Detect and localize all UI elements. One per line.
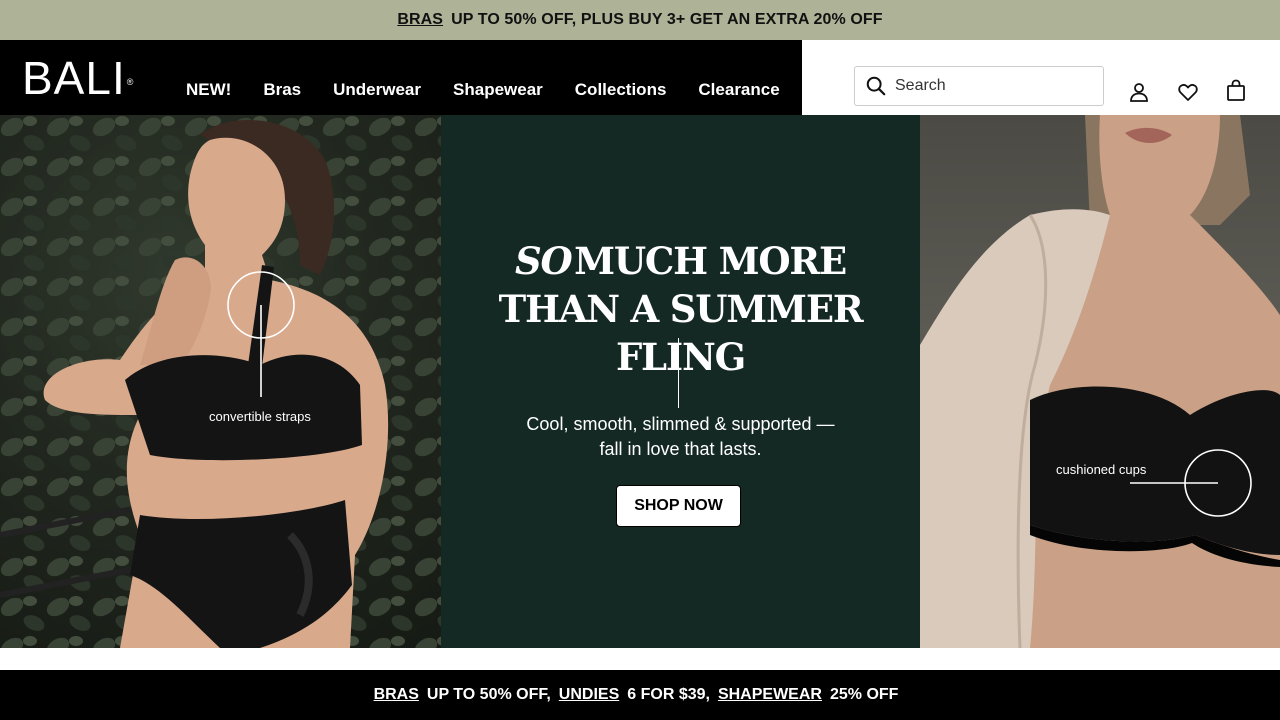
hero-center-panel: SO MUCH MORE THAN A SUMMER FLING Cool, s… [441, 115, 920, 648]
header-nav-bar: BALI® NEW! Bras Underwear Shapewear Coll… [0, 40, 802, 115]
hero-photo-left: convertible straps [0, 115, 441, 648]
nav-item-shapewear[interactable]: Shapewear [453, 80, 543, 100]
headline-italic: SO [515, 239, 573, 283]
search-box[interactable] [854, 66, 1104, 106]
subtext-line1: Cool, smooth, slimmed & supported — [526, 414, 835, 434]
nav-item-new[interactable]: NEW! [186, 80, 231, 100]
wishlist-heart-icon[interactable] [1176, 80, 1200, 104]
bottom-promo-banner: BRAS UP TO 50% OFF, UNDIES 6 FOR $39, SH… [0, 670, 1280, 720]
promo-bottom-undies-link[interactable]: UNDIES [559, 686, 619, 704]
nav-item-collections[interactable]: Collections [575, 80, 667, 100]
main-nav: NEW! Bras Underwear Shapewear Collection… [186, 80, 780, 100]
callout-convertible-straps: convertible straps [209, 409, 311, 424]
search-icon[interactable] [865, 75, 887, 97]
model-photo-right [920, 115, 1280, 648]
account-icon[interactable] [1127, 80, 1151, 104]
shop-now-button[interactable]: SHOP NOW [616, 485, 741, 527]
logo-text: BALI [22, 52, 126, 104]
nav-item-clearance[interactable]: Clearance [698, 80, 779, 100]
promo-bottom-bras-text: UP TO 50% OFF, [426, 686, 551, 703]
shopping-bag-icon[interactable] [1224, 78, 1248, 102]
top-promo-banner: BRAS UP TO 50% OFF, PLUS BUY 3+ GET AN E… [0, 0, 1280, 40]
promo-bottom-shapewear-link[interactable]: SHAPEWEAR [718, 686, 822, 704]
headline-line2: THAN A SUMMER FLING [498, 287, 864, 379]
subtext-line2: fall in love that lasts. [599, 439, 762, 459]
nav-item-bras[interactable]: Bras [263, 80, 301, 100]
callout-cushioned-cups: cushioned cups [1056, 462, 1147, 477]
nav-item-underwear[interactable]: Underwear [333, 80, 421, 100]
site-header: BALI® NEW! Bras Underwear Shapewear Coll… [0, 40, 1280, 115]
hero-subtext: Cool, smooth, slimmed & supported — fall… [441, 412, 920, 462]
headline-line1: MUCH MORE [574, 239, 847, 283]
hero-photo-right: cushioned cups [920, 115, 1280, 648]
search-input[interactable] [895, 77, 1085, 95]
promo-bottom-shapewear-text: 25% OFF [829, 686, 899, 703]
headline-divider [678, 338, 679, 408]
registered-mark: ® [126, 77, 135, 87]
hero-banner: convertible straps SO MUCH MORE THAN A S… [0, 115, 1280, 648]
promo-bras-link[interactable]: BRAS [397, 11, 443, 29]
promo-bottom-bras-link[interactable]: BRAS [374, 686, 419, 704]
model-photo-left [0, 115, 441, 648]
hero-headline: SO MUCH MORE THAN A SUMMER FLING [441, 237, 920, 381]
promo-bottom-undies-text: 6 FOR $39, [627, 686, 710, 703]
promo-top-text: UP TO 50% OFF, PLUS BUY 3+ GET AN EXTRA … [451, 11, 883, 28]
bali-logo[interactable]: BALI® [22, 54, 134, 102]
